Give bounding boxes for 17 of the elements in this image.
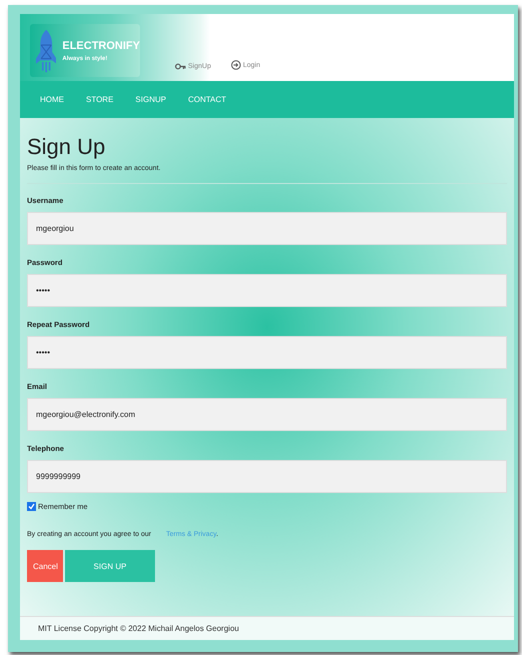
nav-link[interactable]: HOME — [40, 95, 64, 104]
checkbox[interactable] — [27, 502, 36, 511]
input-field[interactable]: ••••• — [27, 336, 507, 369]
login-icon — [230, 60, 241, 70]
key-icon — [175, 63, 186, 70]
nav-link[interactable]: CONTACT — [188, 95, 226, 104]
footer-text: MIT License Copyright © 2022 Michail Angelos Georgiou — [20, 616, 514, 640]
input-field[interactable]: 9999999999 — [27, 460, 507, 493]
page-title: Sign Up — [27, 134, 106, 160]
input-field[interactable]: mgeorgiou@electronify.com — [27, 398, 507, 431]
sign-up-button[interactable]: SIGN UP — [65, 550, 155, 582]
nav-link[interactable]: STORE — [86, 95, 114, 104]
nav-link[interactable]: SIGNUP — [135, 95, 166, 104]
cancel-button[interactable]: Cancel — [27, 550, 63, 582]
input-field[interactable]: mgeorgiou — [27, 212, 507, 245]
logo-title: ELECTRONIFY — [62, 40, 140, 52]
input-field[interactable]: ••••• — [27, 274, 507, 307]
